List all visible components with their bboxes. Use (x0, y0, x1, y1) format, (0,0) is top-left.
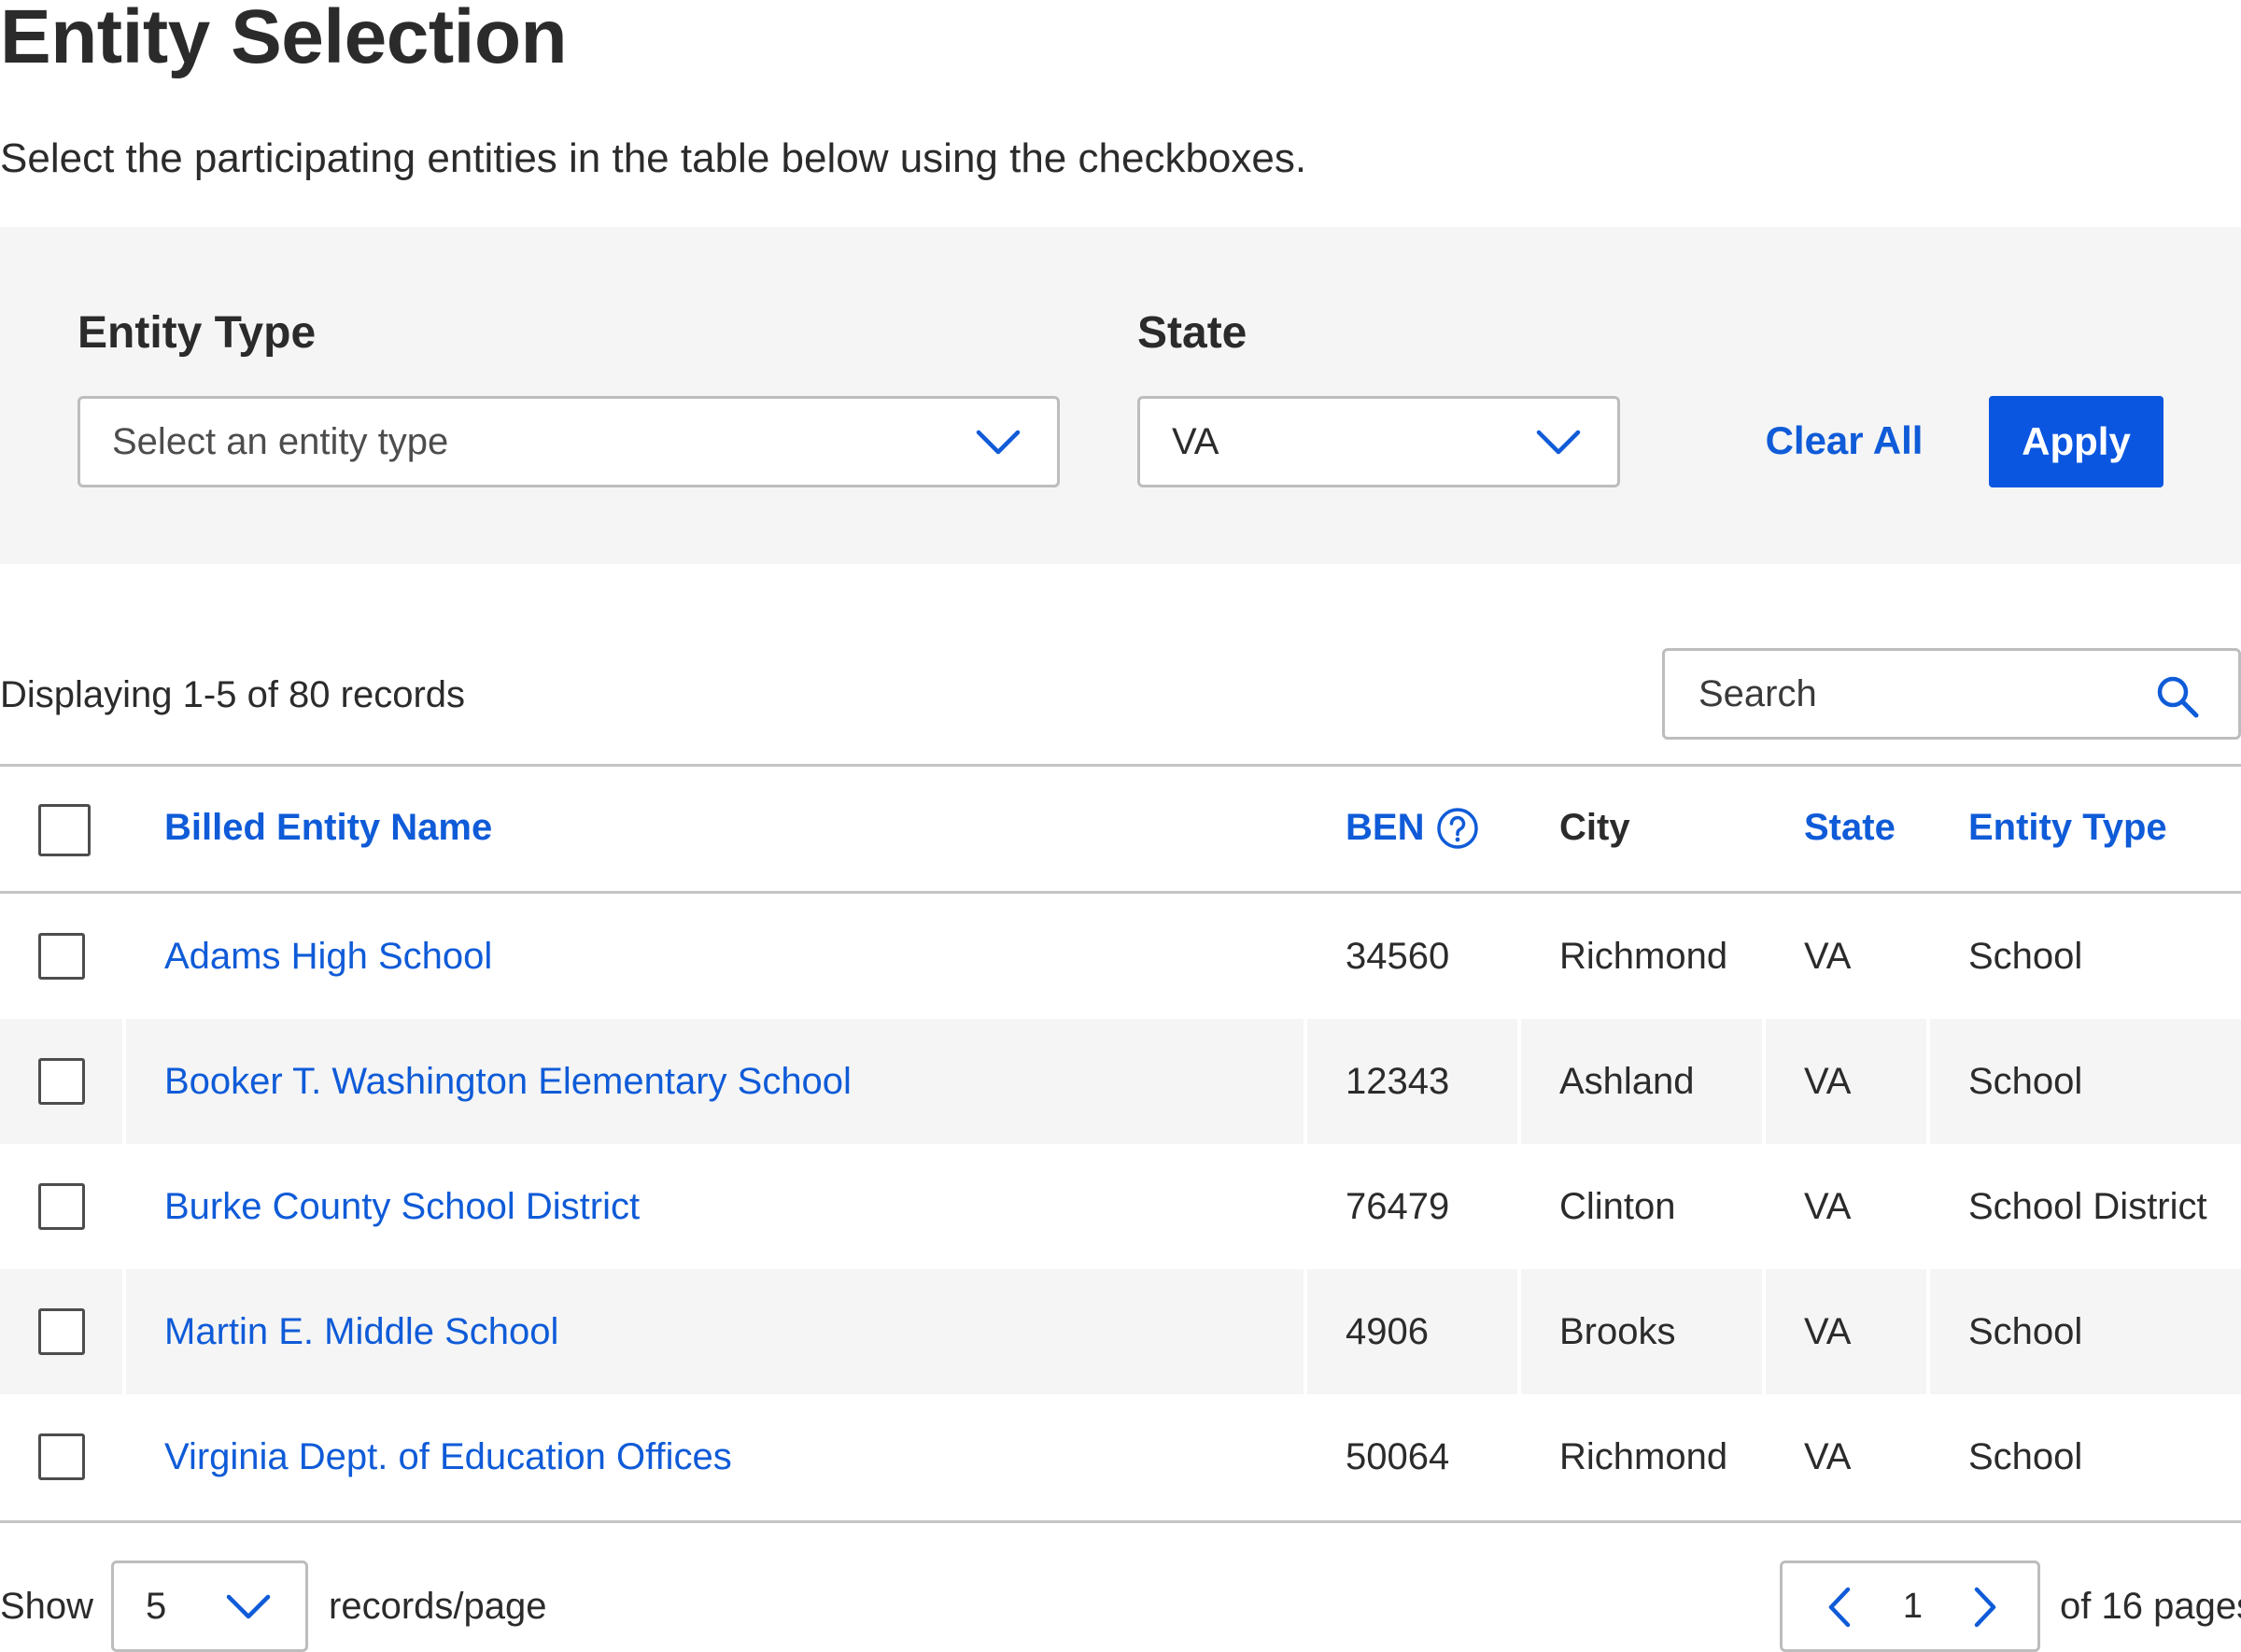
ben-cell: 76479 (1346, 1186, 1450, 1227)
state-cell: VA (1804, 1186, 1852, 1227)
column-divider (1926, 1269, 1930, 1394)
entity-name-link[interactable]: Martin E. Middle School (164, 1304, 558, 1360)
column-divider (122, 1019, 126, 1144)
column-header-entity-type[interactable]: Entity Type (1968, 799, 2167, 855)
column-header-state[interactable]: State (1804, 799, 1896, 855)
table-top-border (0, 764, 2241, 767)
ben-cell: 50064 (1346, 1436, 1450, 1477)
city-cell: Clinton (1559, 1186, 1676, 1227)
entity-type-cell: School (1968, 936, 2083, 977)
select-all-checkbox[interactable] (38, 804, 91, 856)
ben-cell: 4906 (1346, 1311, 1429, 1352)
entity-name-link[interactable]: Virginia Dept. of Education Offices (164, 1429, 732, 1485)
column-divider (1762, 1019, 1766, 1144)
row-checkbox[interactable] (38, 933, 85, 980)
show-label: Show (0, 1586, 94, 1627)
total-pages-label: of 16 pages (2060, 1586, 2241, 1627)
clear-all-button[interactable]: Clear All (1755, 411, 1933, 471)
state-select[interactable]: VA (1137, 396, 1620, 487)
city-cell: Ashland (1559, 1061, 1695, 1102)
city-cell: Richmond (1559, 936, 1728, 977)
state-cell: VA (1804, 936, 1852, 977)
column-divider (1926, 1019, 1930, 1144)
column-divider (1762, 1269, 1766, 1394)
entity-type-cell: School (1968, 1311, 2083, 1352)
entity-type-placeholder: Select an entity type (112, 420, 449, 462)
table-row: Virginia Dept. of Education Offices 5006… (0, 1394, 2241, 1519)
city-cell: Richmond (1559, 1436, 1728, 1477)
column-header-ben[interactable]: BEN (1346, 799, 1424, 855)
table-row: Adams High School 34560 Richmond VA Scho… (0, 894, 2241, 1019)
help-icon[interactable] (1436, 807, 1479, 850)
record-count: Displaying 1-5 of 80 records (0, 674, 466, 715)
chevron-down-icon (1535, 421, 1582, 462)
current-page-number[interactable]: 1 (1783, 1578, 2043, 1634)
column-divider (122, 1269, 126, 1394)
page-title: Entity Selection (0, 0, 568, 79)
page-subtitle: Select the participating entities in the… (0, 135, 1307, 181)
search-input[interactable] (1697, 671, 2139, 716)
column-divider (1304, 1269, 1307, 1394)
row-checkbox[interactable] (38, 1058, 85, 1105)
row-checkbox[interactable] (38, 1308, 85, 1355)
column-divider (1517, 1019, 1521, 1144)
entity-name-link[interactable]: Booker T. Washington Elementary School (164, 1053, 852, 1109)
chevron-down-icon (975, 421, 1022, 462)
search-icon[interactable] (2154, 673, 2201, 720)
row-checkbox[interactable] (38, 1433, 85, 1480)
ben-cell: 12343 (1346, 1061, 1450, 1102)
ben-cell: 34560 (1346, 936, 1450, 977)
page-size-select[interactable]: 5 (111, 1560, 308, 1652)
entity-name-link[interactable]: Adams High School (164, 928, 492, 984)
search-field[interactable] (1662, 648, 2241, 740)
state-cell: VA (1804, 1061, 1852, 1102)
state-cell: VA (1804, 1436, 1852, 1477)
entity-type-select[interactable]: Select an entity type (78, 396, 1060, 487)
records-per-page-label: records/page (329, 1586, 547, 1627)
entity-type-cell: School (1968, 1061, 2083, 1102)
state-label: State (1137, 308, 1247, 358)
apply-button[interactable]: Apply (1989, 396, 2163, 487)
column-divider (1517, 1269, 1521, 1394)
entity-type-cell: School District (1968, 1186, 2207, 1227)
chevron-down-icon (225, 1586, 272, 1627)
column-header-city: City (1559, 807, 1630, 848)
column-divider (1304, 1019, 1307, 1144)
entity-name-link[interactable]: Burke County School District (164, 1179, 640, 1235)
state-cell: VA (1804, 1311, 1852, 1352)
entity-type-cell: School (1968, 1436, 2083, 1477)
column-header-billed-entity-name[interactable]: Billed Entity Name (164, 799, 492, 855)
row-checkbox[interactable] (38, 1183, 85, 1230)
table-row: Booker T. Washington Elementary School 1… (0, 1019, 2241, 1144)
pagination-control: 1 (1780, 1560, 2040, 1652)
entity-type-label: Entity Type (78, 308, 317, 358)
table-bottom-border (0, 1520, 2241, 1523)
city-cell: Brooks (1559, 1311, 1676, 1352)
chevron-right-icon[interactable] (1966, 1586, 2003, 1629)
table-row: Burke County School District 76479 Clint… (0, 1144, 2241, 1269)
table-row: Martin E. Middle School 4906 Brooks VA S… (0, 1269, 2241, 1394)
